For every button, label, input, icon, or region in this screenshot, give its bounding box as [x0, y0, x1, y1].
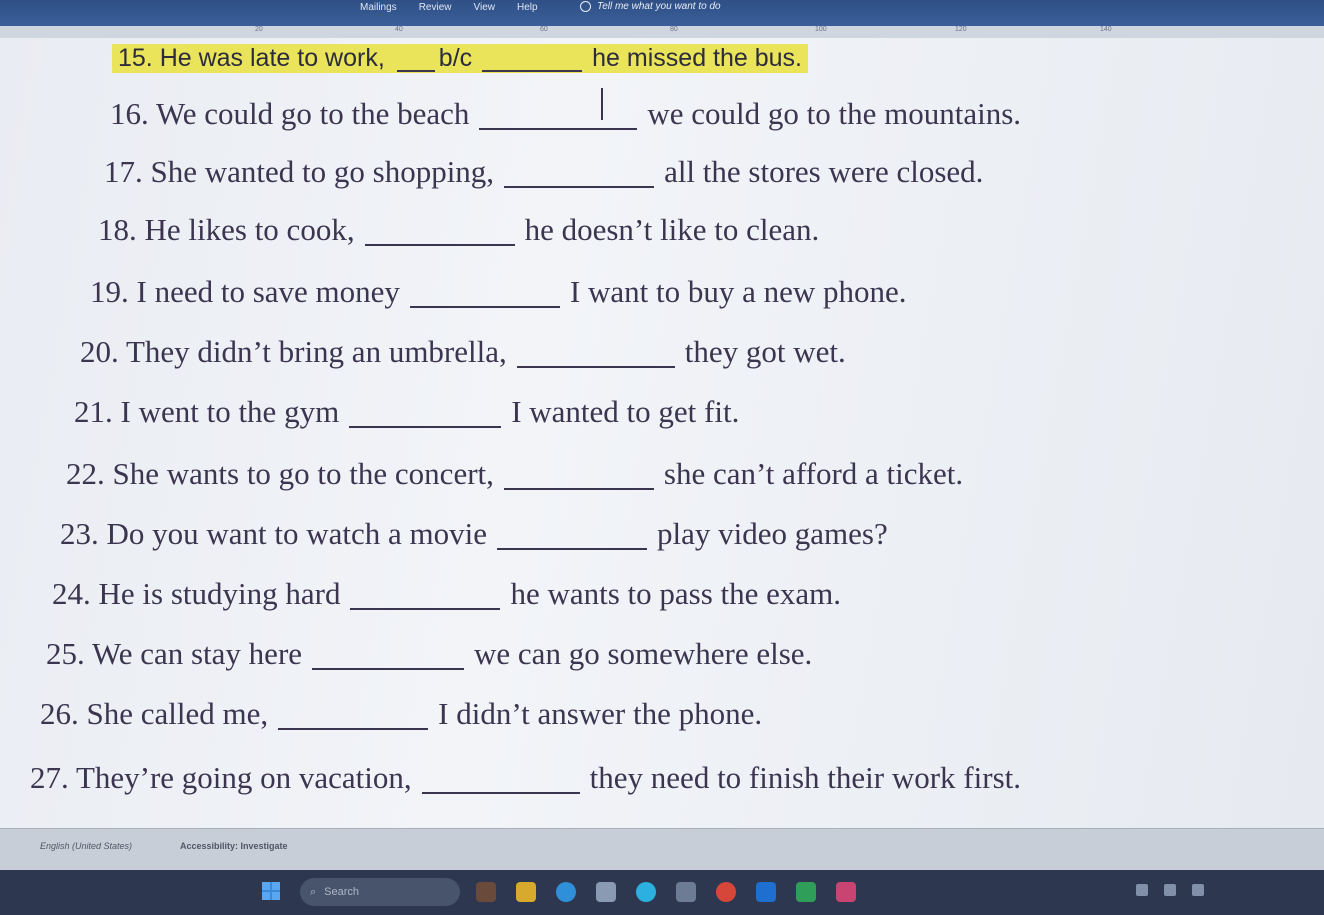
question-text-after: I didn’t answer the phone.: [438, 696, 763, 731]
browser-icon[interactable]: [556, 882, 576, 902]
ruler-mark: 20: [255, 26, 263, 33]
ruler-mark: 60: [540, 26, 548, 33]
ruler-mark: 80: [670, 26, 678, 33]
system-tray: [1136, 884, 1204, 896]
language-indicator[interactable]: English (United States): [40, 841, 132, 851]
question-text-after: we can go somewhere else.: [474, 636, 813, 671]
tab-mailings[interactable]: Mailings: [360, 2, 397, 13]
question-text-before: 20. They didn’t bring an umbrella,: [80, 334, 507, 369]
tell-me-search[interactable]: Tell me what you want to do: [580, 1, 721, 12]
app-icon[interactable]: [716, 882, 736, 902]
mail-icon[interactable]: [756, 882, 776, 902]
question-text-after: all the stores were closed.: [664, 154, 984, 189]
answer-blank[interactable]: [497, 548, 648, 550]
document-page[interactable]: 15. He was late to work, b/c he missed t…: [0, 38, 1324, 828]
accessibility-indicator[interactable]: Accessibility: Investigate: [180, 841, 288, 851]
question-text-before: 24. He is studying hard: [52, 576, 341, 611]
text-cursor: [601, 88, 603, 120]
question-text-before: 23. Do you want to watch a movie: [60, 516, 488, 551]
answer-blank[interactable]: [503, 488, 654, 490]
app-icon[interactable]: [476, 882, 496, 902]
ruler-mark: 100: [815, 26, 827, 33]
question-16: 16. We could go to the beach we could go…: [110, 96, 1021, 132]
question-15: 15. He was late to work, b/c he missed t…: [112, 44, 808, 73]
question-20: 20. They didn’t bring an umbrella, they …: [80, 334, 846, 370]
ribbon-tabs: Mailings Review View Help: [360, 2, 538, 13]
question-text-after: we could go to the mountains.: [647, 96, 1022, 131]
app-icon[interactable]: [596, 882, 616, 902]
question-text-before: 18. He likes to cook,: [98, 212, 355, 247]
ruler-mark: 40: [395, 26, 403, 33]
question-text-before: 27. They’re going on vacation,: [30, 760, 412, 795]
app-icon[interactable]: [836, 882, 856, 902]
search-placeholder: Search: [324, 886, 360, 898]
question-text-after: I want to buy a new phone.: [569, 274, 907, 309]
question-17: 17. She wanted to go shopping, all the s…: [104, 154, 983, 190]
question-text-after: he doesn’t like to clean.: [524, 212, 820, 247]
windows-start-icon[interactable]: [262, 882, 280, 900]
question-text-after: she can’t afford a ticket.: [663, 456, 964, 491]
question-text-after: he missed the bus.: [592, 44, 802, 72]
answer-blank[interactable]: [421, 792, 580, 794]
question-text-after: I wanted to get fit.: [511, 394, 740, 429]
status-bar: English (United States) Accessibility: I…: [0, 828, 1324, 871]
answer-blank[interactable]: [479, 128, 638, 130]
taskbar-search[interactable]: ⌕ Search: [300, 878, 460, 906]
question-text-after: they need to finish their work first.: [589, 760, 1021, 795]
search-icon: ⌕: [310, 885, 317, 898]
question-text-after: he wants to pass the exam.: [510, 576, 842, 611]
question-text-after: play video games?: [657, 516, 888, 551]
ribbon-bar: Mailings Review View Help Tell me what y…: [0, 0, 1324, 26]
answer-blank[interactable]: [396, 70, 435, 72]
question-27: 27. They’re going on vacation, they need…: [30, 760, 1021, 796]
tab-review[interactable]: Review: [419, 2, 452, 13]
answer-blank[interactable]: [278, 728, 429, 730]
answer-blank[interactable]: [516, 366, 675, 368]
tell-me-label: Tell me what you want to do: [597, 1, 721, 12]
question-text-after: they got wet.: [684, 334, 846, 369]
tray-icon[interactable]: [1164, 884, 1176, 896]
tab-help[interactable]: Help: [517, 2, 538, 13]
question-text-before: 22. She wants to go to the concert,: [66, 456, 494, 491]
question-21: 21. I went to the gym I wanted to get fi…: [74, 394, 739, 430]
question-text-before: 25. We can stay here: [46, 636, 303, 671]
lightbulb-icon: [580, 1, 591, 12]
app-icon[interactable]: [636, 882, 656, 902]
question-text-before: 17. She wanted to go shopping,: [104, 154, 495, 189]
question-text-before: 15. He was late to work,: [118, 44, 385, 72]
tray-icon[interactable]: [1136, 884, 1148, 896]
question-23: 23. Do you want to watch a movie play vi…: [60, 516, 888, 552]
ruler-mark: 120: [955, 26, 967, 33]
question-24: 24. He is studying hard he wants to pass…: [52, 576, 841, 612]
question-22: 22. She wants to go to the concert, she …: [66, 456, 963, 492]
answer-blank[interactable]: [350, 608, 501, 610]
question-25: 25. We can stay here we can go somewhere…: [46, 636, 812, 672]
tab-view[interactable]: View: [473, 2, 495, 13]
question-19: 19. I need to save money I want to buy a…: [90, 274, 907, 310]
answer-hint: b/c: [438, 44, 473, 72]
question-26: 26. She called me, I didn’t answer the p…: [40, 696, 762, 732]
question-18: 18. He likes to cook, he doesn’t like to…: [98, 212, 819, 248]
taskbar-apps: [476, 882, 856, 902]
question-text-before: 16. We could go to the beach: [110, 96, 470, 131]
answer-blank[interactable]: [312, 668, 465, 670]
question-text-before: 26. She called me,: [40, 696, 269, 731]
taskbar: ⌕ Search: [0, 870, 1324, 915]
answer-blank[interactable]: [364, 244, 515, 246]
question-text-before: 21. I went to the gym: [74, 394, 340, 429]
answer-blank[interactable]: [409, 306, 560, 308]
answer-blank[interactable]: [482, 70, 583, 72]
app-icon[interactable]: [796, 882, 816, 902]
answer-blank[interactable]: [349, 426, 502, 428]
question-text-before: 19. I need to save money: [90, 274, 400, 309]
tray-icon[interactable]: [1192, 884, 1204, 896]
ruler-mark: 140: [1100, 26, 1112, 33]
app-icon[interactable]: [676, 882, 696, 902]
folder-icon[interactable]: [516, 882, 536, 902]
answer-blank[interactable]: [504, 186, 655, 188]
